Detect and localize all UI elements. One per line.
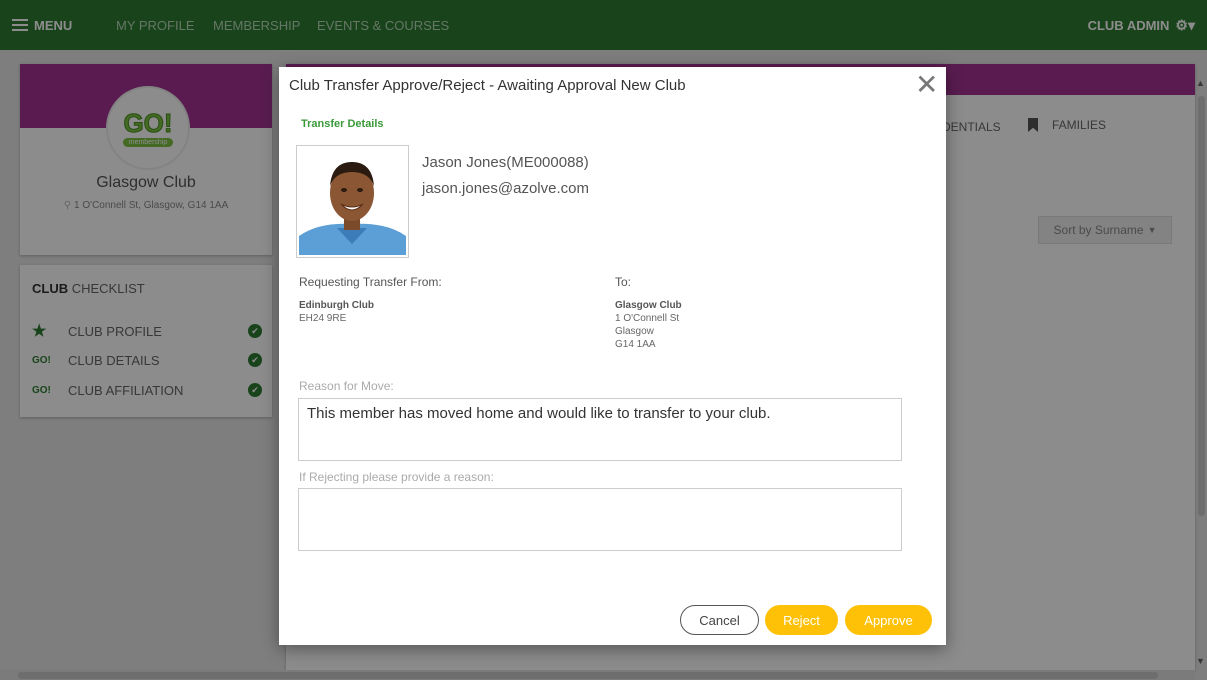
reject-button[interactable]: Reject: [765, 605, 838, 635]
close-icon[interactable]: ✕: [915, 71, 938, 99]
to-address-line: 1 O'Connell St: [615, 313, 680, 324]
transfer-modal: Club Transfer Approve/Reject - Awaiting …: [279, 67, 946, 645]
reason-label: Reason for Move:: [299, 379, 394, 393]
from-address: Edinburgh Club EH24 9RE: [299, 299, 374, 325]
to-address-line: G14 1AA: [615, 339, 656, 350]
from-address-line: EH24 9RE: [299, 313, 347, 324]
from-club-name: Edinburgh Club: [299, 300, 374, 311]
to-label: To:: [615, 275, 632, 289]
to-address-line: Glasgow: [615, 326, 654, 337]
cancel-button[interactable]: Cancel: [680, 605, 759, 635]
member-email: jason.jones@azolve.com: [422, 180, 589, 197]
member-avatar-image: [299, 148, 406, 255]
member-photo: [296, 145, 409, 258]
transfer-details-label: Transfer Details: [301, 118, 384, 130]
approve-button[interactable]: Approve: [845, 605, 932, 635]
to-address: Glasgow Club 1 O'Connell St Glasgow G14 …: [615, 299, 682, 351]
modal-title: Club Transfer Approve/Reject - Awaiting …: [289, 77, 686, 94]
from-label: Requesting Transfer From:: [299, 275, 442, 289]
to-club-name: Glasgow Club: [615, 300, 682, 311]
reason-textarea[interactable]: This member has moved home and would lik…: [298, 398, 902, 461]
reject-reason-textarea[interactable]: [298, 488, 902, 551]
reject-reason-label: If Rejecting please provide a reason:: [299, 470, 494, 484]
member-name: Jason Jones(ME000088): [422, 154, 589, 171]
